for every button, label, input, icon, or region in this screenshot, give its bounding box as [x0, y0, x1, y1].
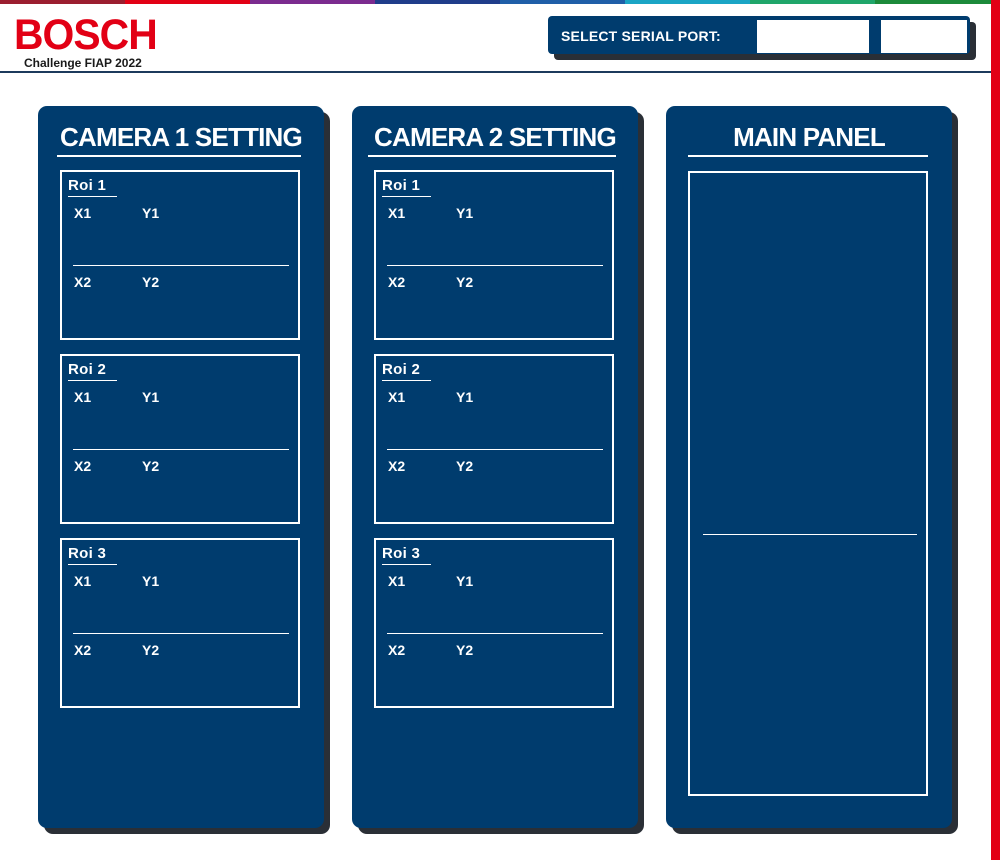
- serial-bar-body: SELECT SERIAL PORT:: [548, 16, 970, 54]
- roi-1-box: Roi 1 X1 Y1 X2 Y2: [60, 170, 300, 340]
- roi-divider: [387, 633, 603, 634]
- title-underline: [57, 155, 301, 157]
- roi-label-underline: [68, 564, 117, 565]
- roi-2-box: Roi 2 X1 Y1 X2 Y2: [60, 354, 300, 524]
- right-accent-bar: [991, 0, 1000, 860]
- y2-label: Y2: [456, 458, 474, 474]
- y1-label: Y1: [456, 573, 474, 589]
- roi-1-box: Roi 1 X1 Y1 X2 Y2: [374, 170, 614, 340]
- camera-1-panel: CAMERA 1 SETTING Roi 1 X1 Y1 X2 Y2 Roi 2…: [38, 106, 330, 834]
- x1-label: X1: [388, 205, 406, 221]
- y2-label: Y2: [456, 274, 474, 290]
- y2-label: Y2: [142, 642, 160, 658]
- panel-title: CAMERA 1 SETTING: [60, 122, 303, 152]
- camera-2-panel: CAMERA 2 SETTING Roi 1 X1 Y1 X2 Y2 Roi 2…: [352, 106, 644, 834]
- serial-port-bar: SELECT SERIAL PORT:: [548, 16, 976, 60]
- panel-body: CAMERA 1 SETTING Roi 1 X1 Y1 X2 Y2 Roi 2…: [38, 106, 324, 828]
- roi-3-box: Roi 3 X1 Y1 X2 Y2: [374, 538, 614, 708]
- x1-label: X1: [388, 573, 406, 589]
- roi-divider: [387, 265, 603, 266]
- roi-label-underline: [382, 196, 431, 197]
- x1-label: X1: [74, 389, 92, 405]
- roi-label: Roi 3: [382, 545, 421, 562]
- roi-label: Roi 2: [68, 361, 107, 378]
- brand-logo: BOSCH Challenge FIAP 2022: [14, 11, 164, 71]
- roi-divider: [387, 449, 603, 450]
- panel-title: CAMERA 2 SETTING: [374, 122, 617, 152]
- x1-label: X1: [388, 389, 406, 405]
- roi-label: Roi 2: [382, 361, 421, 378]
- title-underline: [688, 155, 928, 157]
- main-display-area: [688, 171, 928, 796]
- y2-label: Y2: [456, 642, 474, 658]
- roi-3-box: Roi 3 X1 Y1 X2 Y2: [60, 538, 300, 708]
- roi-divider: [73, 449, 289, 450]
- panel-body: MAIN PANEL: [666, 106, 952, 828]
- y1-label: Y1: [142, 389, 160, 405]
- roi-label: Roi 3: [68, 545, 107, 562]
- roi-label-underline: [68, 196, 117, 197]
- x1-label: X1: [74, 205, 92, 221]
- serial-port-select[interactable]: [757, 20, 869, 53]
- panel-title: MAIN PANEL: [733, 122, 886, 152]
- logo-text: BOSCH: [14, 11, 158, 59]
- connect-button[interactable]: [881, 20, 967, 53]
- roi-label-underline: [382, 564, 431, 565]
- x2-label: X2: [388, 274, 406, 290]
- x2-label: X2: [74, 458, 92, 474]
- roi-label-underline: [382, 380, 431, 381]
- x2-label: X2: [388, 642, 406, 658]
- y2-label: Y2: [142, 274, 160, 290]
- y1-label: Y1: [142, 205, 160, 221]
- roi-2-box: Roi 2 X1 Y1 X2 Y2: [374, 354, 614, 524]
- y2-label: Y2: [142, 458, 160, 474]
- panel-body: CAMERA 2 SETTING Roi 1 X1 Y1 X2 Y2 Roi 2…: [352, 106, 638, 828]
- header-divider: [0, 71, 991, 73]
- serial-port-label: SELECT SERIAL PORT:: [561, 28, 721, 44]
- x2-label: X2: [388, 458, 406, 474]
- x1-label: X1: [74, 573, 92, 589]
- y1-label: Y1: [456, 389, 474, 405]
- roi-divider: [73, 265, 289, 266]
- title-underline: [368, 155, 616, 157]
- roi-label: Roi 1: [382, 177, 421, 194]
- roi-divider: [73, 633, 289, 634]
- y1-label: Y1: [142, 573, 160, 589]
- roi-label: Roi 1: [68, 177, 107, 194]
- roi-label-underline: [68, 380, 117, 381]
- main-panel: MAIN PANEL: [666, 106, 958, 834]
- main-divider: [703, 534, 917, 535]
- top-color-stripe: [0, 0, 1000, 4]
- y1-label: Y1: [456, 205, 474, 221]
- x2-label: X2: [74, 274, 92, 290]
- x2-label: X2: [74, 642, 92, 658]
